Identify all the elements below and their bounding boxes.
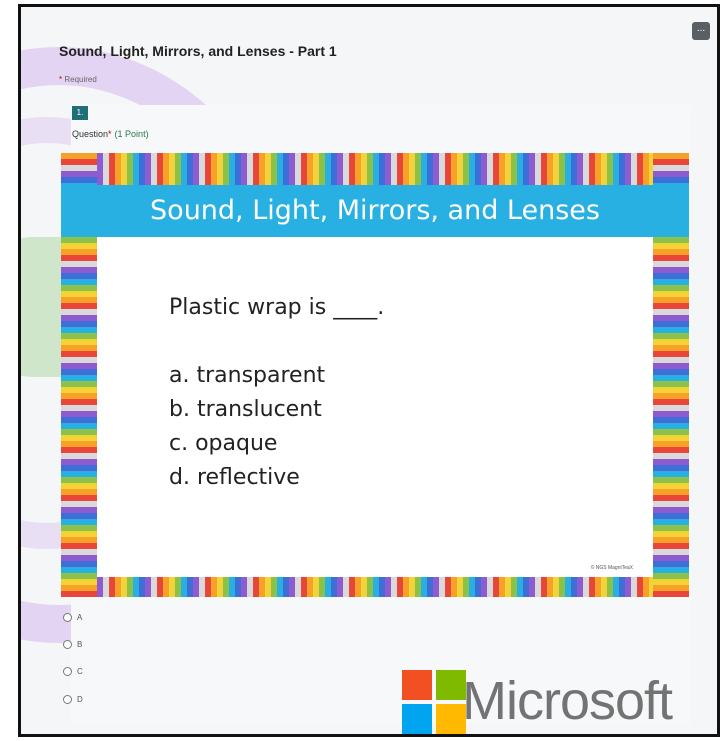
form-window: ... Sound, Light, Mirrors, and Lenses - … — [18, 4, 720, 737]
radio-icon[interactable] — [63, 640, 72, 649]
slide-choice-d: d. reflective — [169, 465, 300, 490]
slide-copyright: © NGS MagniTeaX — [590, 565, 633, 571]
answer-option-d[interactable]: D — [63, 695, 83, 704]
answer-option-a[interactable]: A — [63, 613, 82, 622]
question-points: (1 Point) — [114, 129, 149, 139]
logo-square-blue — [402, 704, 432, 734]
required-star: * — [59, 75, 63, 84]
slide-title: Sound, Light, Mirrors, and Lenses — [61, 185, 689, 237]
microsoft-logo-icon — [384, 666, 466, 736]
question-image: Sound, Light, Mirrors, and Lenses Plasti… — [61, 153, 689, 597]
question-label: Question* (1 Point) — [72, 129, 149, 139]
radio-icon[interactable] — [63, 667, 72, 676]
radio-icon[interactable] — [63, 695, 72, 704]
answer-option-b[interactable]: B — [63, 640, 82, 649]
question-number-badge: 1. — [72, 106, 88, 120]
ellipsis-icon: ... — [696, 23, 706, 34]
answer-option-c[interactable]: C — [63, 667, 83, 676]
more-options-button[interactable]: ... — [692, 22, 710, 40]
question-text: Question — [72, 129, 109, 139]
slide-question-stem: Plastic wrap is ____. — [169, 295, 385, 320]
answer-option-label: D — [77, 695, 83, 704]
question-required-star: * — [108, 129, 112, 139]
answer-option-label: C — [77, 667, 83, 676]
slide-body: Plastic wrap is ____. a. transparent b. … — [97, 237, 653, 577]
answer-option-label: B — [77, 640, 83, 649]
required-note: * Required — [59, 75, 97, 84]
logo-square-red — [402, 670, 432, 700]
slide-choice-b: b. translucent — [169, 397, 322, 422]
slide-choice-c: c. opaque — [169, 431, 278, 456]
radio-icon[interactable] — [63, 613, 72, 622]
slide-choice-a: a. transparent — [169, 363, 326, 388]
required-text: Required — [64, 75, 97, 84]
microsoft-wordmark: Microsoft — [462, 671, 673, 731]
answer-option-label: A — [77, 613, 83, 622]
form-title: Sound, Light, Mirrors, and Lenses - Part… — [59, 43, 337, 59]
